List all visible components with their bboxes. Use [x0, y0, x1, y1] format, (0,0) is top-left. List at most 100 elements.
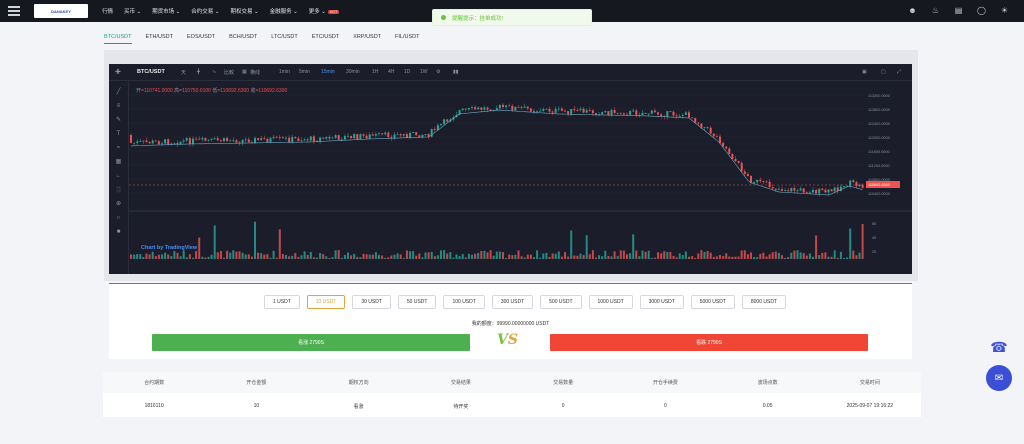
indicator-icon[interactable]: ∿	[212, 69, 216, 75]
candle-type-icon[interactable]: ╋	[197, 69, 200, 75]
text-icon[interactable]: T	[115, 131, 123, 137]
tf-horizontal[interactable]: 横线	[250, 69, 260, 76]
nav-item-market[interactable]: 行情	[102, 7, 113, 15]
fullscreen-icon[interactable]: ⤢	[897, 69, 901, 75]
volume-bar	[244, 254, 247, 259]
tab-etc-usdt[interactable]: ETC/USDT	[312, 34, 340, 44]
candle-body	[833, 187, 836, 192]
amount-option-50[interactable]: 50 USDT	[397, 295, 437, 309]
tf-1w[interactable]: 1W	[420, 69, 428, 75]
candle-body	[508, 105, 511, 107]
tab-xrp-usdt[interactable]: XRP/USDT	[353, 34, 381, 44]
amount-option-1000[interactable]: 1000 USDT	[588, 295, 633, 309]
volume-bar	[697, 253, 700, 259]
zoom-icon[interactable]: ⊕	[115, 201, 123, 207]
volume-bar	[142, 257, 145, 259]
volume-bar	[824, 252, 827, 259]
price-tick-label: 113200.0000	[868, 94, 890, 98]
amount-option-100[interactable]: 100 USDT	[443, 295, 485, 309]
tradingview-logo[interactable]: Chart by TradingView	[141, 245, 197, 251]
amount-option-3000[interactable]: 3000 USDT	[639, 295, 684, 309]
tab-eos-usdt[interactable]: EOS/USDT	[187, 34, 215, 44]
volume-bar	[762, 252, 765, 259]
tab-fil-usdt[interactable]: FIL/USDT	[395, 34, 419, 44]
tf-4h[interactable]: 4H	[388, 69, 394, 75]
document-icon[interactable]: ▤	[953, 5, 964, 16]
tf-1h[interactable]: 1H	[372, 69, 378, 75]
expand-icon[interactable]: ▢	[881, 69, 886, 75]
volume-bar	[223, 257, 225, 259]
camera-icon[interactable]: ▣	[862, 69, 867, 75]
user-icon[interactable]: ☻	[907, 5, 918, 16]
crosshair-icon[interactable]: ✚	[115, 68, 121, 76]
trendline-icon[interactable]: ╱	[115, 89, 123, 95]
site-logo[interactable]: DANAKEY	[34, 4, 88, 18]
tab-ltc-usdt[interactable]: LTC/USDT	[271, 34, 297, 44]
candle-body	[678, 115, 681, 117]
tradingview-chart[interactable]: ✚ BTC/USDT 天 ╋ ∿ 比較 ▦ 横线 1min 5min 15min…	[109, 64, 912, 274]
settings-icon[interactable]: ⚙	[436, 69, 440, 75]
volume-bar	[539, 257, 542, 259]
back-arrow-icon[interactable]: ←	[115, 173, 123, 179]
tab-bch-usdt[interactable]: BCH/USDT	[229, 34, 257, 44]
amount-option-300[interactable]: 300 USDT	[491, 295, 534, 309]
tf-1d[interactable]: 1D	[404, 69, 410, 75]
lock-icon[interactable]: ■	[115, 229, 123, 235]
nav-item-contract[interactable]: 合约交易 ⌄	[191, 7, 219, 15]
magnet-icon[interactable]: ∩	[115, 215, 123, 221]
price-tick-label: 110400.0000	[868, 192, 890, 196]
amount-option-5000[interactable]: 5000 USDT	[690, 295, 735, 309]
brush-icon[interactable]: ✎	[115, 117, 123, 123]
amount-option-10[interactable]: 10 USDT	[306, 295, 346, 309]
amount-option-8000[interactable]: 8000 USDT	[741, 295, 786, 309]
candle-body	[560, 108, 563, 111]
fib-icon[interactable]: ≡	[115, 103, 123, 109]
nav-item-futures[interactable]: 期货市场 ⌄	[152, 7, 180, 15]
fullscreen-layout-icon[interactable]: ▦	[242, 69, 247, 75]
tf-5min[interactable]: 5min	[299, 69, 310, 75]
menu-toggle-icon[interactable]	[8, 6, 20, 16]
candle-body	[610, 110, 613, 115]
tf-1min[interactable]: 1min	[279, 69, 290, 75]
nav-item-buy[interactable]: 买币 ⌄	[124, 7, 141, 15]
pattern-icon[interactable]: ≈	[115, 145, 123, 151]
tf-15min[interactable]: 15min	[321, 69, 335, 75]
tf-30min[interactable]: 30min	[346, 69, 360, 75]
tab-eth-usdt[interactable]: ETH/USDT	[146, 34, 174, 44]
candle-body	[619, 112, 622, 114]
volume-bar	[371, 254, 374, 259]
tf-day[interactable]: 天	[181, 69, 186, 76]
chat-icon[interactable]: ✉	[986, 365, 1012, 391]
buy-up-button[interactable]: 看涨 2790S	[152, 334, 470, 351]
candles-icon[interactable]: ▮▮	[453, 69, 459, 75]
volume-bar	[567, 256, 570, 259]
bell-icon[interactable]: ♨	[930, 5, 941, 16]
candlestick-plot[interactable]: 113200.0000 112800.0000 112400.0000 112000.…	[129, 81, 912, 274]
ruler-icon[interactable]: ░	[115, 187, 123, 193]
amount-option-500[interactable]: 500 USDT	[540, 295, 582, 309]
volume-bar	[492, 255, 495, 259]
globe-icon[interactable]: ◯	[976, 5, 987, 16]
customer-support-icon[interactable]: ☎	[986, 336, 1012, 358]
nav-item-more[interactable]: 更多 ⌄ HOT	[309, 7, 340, 15]
nav-item-finance[interactable]: 金融服务 ⌄	[270, 7, 298, 15]
candle-body	[216, 138, 219, 141]
volume-bar	[781, 255, 783, 259]
tf-compare[interactable]: 比較	[224, 69, 234, 76]
volume-bar	[740, 250, 743, 259]
nav-item-options[interactable]: 期权交易 ⌄	[230, 7, 258, 15]
tab-btc-usdt[interactable]: BTC/USDT	[104, 34, 132, 44]
measure-icon[interactable]: ▦	[115, 159, 123, 165]
candle-body	[368, 134, 371, 139]
chart-symbol[interactable]: BTC/USDT	[137, 69, 165, 75]
amount-option-30[interactable]: 30 USDT	[352, 295, 391, 309]
theme-icon[interactable]: ☀	[999, 5, 1010, 16]
candle-body	[567, 111, 570, 114]
amount-option-1[interactable]: 1 USDT	[264, 295, 300, 309]
orders-table-header: 合约期数 开仓金额 期权方向 交易结果 交易数量 开仓手续费 波场点数 交易时间	[103, 372, 921, 393]
candle-body	[542, 109, 545, 111]
sell-down-button[interactable]: 看跌 2790S	[550, 334, 868, 351]
candle-body	[759, 179, 762, 181]
candle-body	[650, 110, 653, 114]
candle-body	[573, 109, 576, 111]
